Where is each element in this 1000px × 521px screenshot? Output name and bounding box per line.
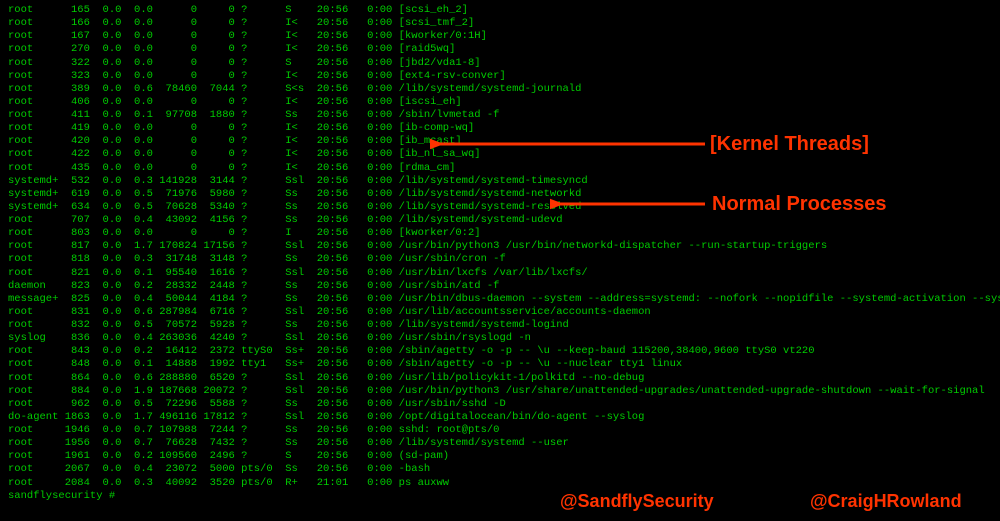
process-row: do-agent 1863 0.0 1.7 496116 17812 ? Ssl… [8,411,992,424]
process-row: root 1956 0.0 0.7 76628 7432 ? Ss 20:56 … [8,437,992,450]
process-row: root 817 0.0 1.7 170824 17156 ? Ssl 20:5… [8,240,992,253]
process-row: root 322 0.0 0.0 0 0 ? S 20:56 0:00 [jbd… [8,57,992,70]
handle-person: @CraigHRowland [810,490,962,513]
terminal-output[interactable]: root 165 0.0 0.0 0 0 ? S 20:56 0:00 [scs… [8,4,992,503]
process-row: root 1946 0.0 0.7 107988 7244 ? Ss 20:56… [8,424,992,437]
process-row: root 848 0.0 0.1 14888 1992 tty1 Ss+ 20:… [8,358,992,371]
process-row: root 2084 0.0 0.3 40092 3520 pts/0 R+ 21… [8,477,992,490]
process-row: root 884 0.0 1.9 187668 20072 ? Ssl 20:5… [8,385,992,398]
process-row: root 1961 0.0 0.2 109560 2496 ? S 20:56 … [8,450,992,463]
process-row: syslog 836 0.0 0.4 263036 4240 ? Ssl 20:… [8,332,992,345]
process-row: root 843 0.0 0.2 16412 2372 ttyS0 Ss+ 20… [8,345,992,358]
process-row: root 2067 0.0 0.4 23072 5000 pts/0 Ss 20… [8,463,992,476]
process-row: root 167 0.0 0.0 0 0 ? I< 20:56 0:00 [kw… [8,30,992,43]
handle-company: @SandflySecurity [560,490,714,513]
process-row: root 818 0.0 0.3 31748 3148 ? Ss 20:56 0… [8,253,992,266]
process-row: root 411 0.0 0.1 97708 1880 ? Ss 20:56 0… [8,109,992,122]
process-row: root 389 0.0 0.6 78460 7044 ? S<s 20:56 … [8,83,992,96]
process-row: root 165 0.0 0.0 0 0 ? S 20:56 0:00 [scs… [8,4,992,17]
process-row: root 166 0.0 0.0 0 0 ? I< 20:56 0:00 [sc… [8,17,992,30]
process-row: root 821 0.0 0.1 95540 1616 ? Ssl 20:56 … [8,267,992,280]
process-row: systemd+ 532 0.0 0.3 141928 3144 ? Ssl 2… [8,175,992,188]
process-row: root 323 0.0 0.0 0 0 ? I< 20:56 0:00 [ex… [8,70,992,83]
process-row: root 435 0.0 0.0 0 0 ? I< 20:56 0:00 [rd… [8,162,992,175]
kernel-threads-label: [Kernel Threads] [710,132,869,157]
process-row: root 803 0.0 0.0 0 0 ? I 20:56 0:00 [kwo… [8,227,992,240]
process-row: root 864 0.0 0.6 288880 6520 ? Ssl 20:56… [8,372,992,385]
process-row: daemon 823 0.0 0.2 28332 2448 ? Ss 20:56… [8,280,992,293]
process-row: root 962 0.0 0.5 72296 5588 ? Ss 20:56 0… [8,398,992,411]
process-row: root 406 0.0 0.0 0 0 ? I< 20:56 0:00 [is… [8,96,992,109]
process-row: root 270 0.0 0.0 0 0 ? I< 20:56 0:00 [ra… [8,43,992,56]
process-row: message+ 825 0.0 0.4 50044 4184 ? Ss 20:… [8,293,992,306]
process-row: root 831 0.0 0.6 287984 6716 ? Ssl 20:56… [8,306,992,319]
process-row: root 832 0.0 0.5 70572 5928 ? Ss 20:56 0… [8,319,992,332]
normal-processes-label: Normal Processes [712,192,887,217]
